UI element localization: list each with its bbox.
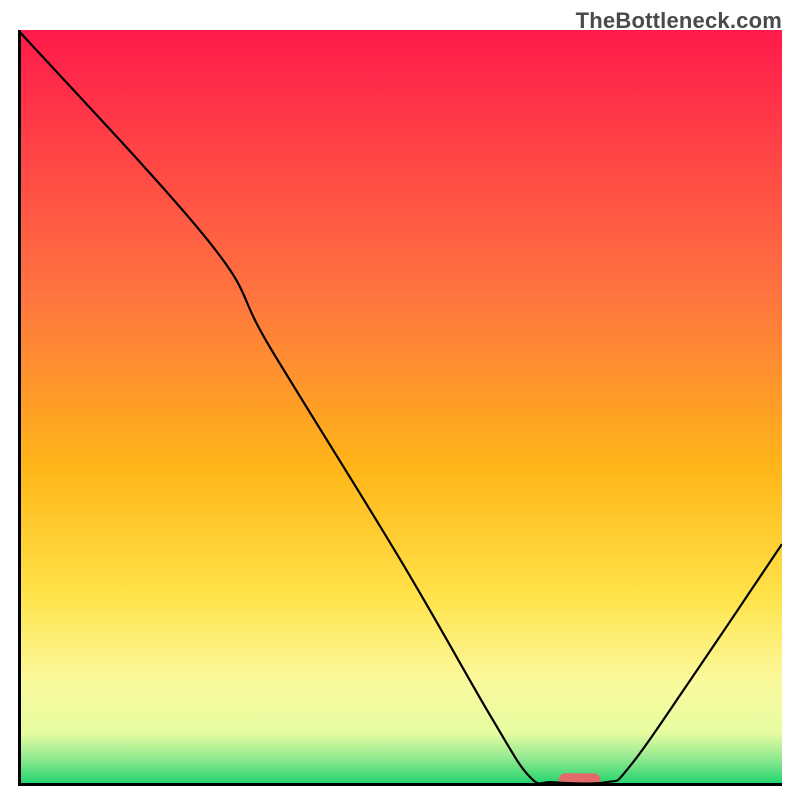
chart-svg: [18, 30, 782, 786]
gradient-background: [18, 30, 782, 786]
chart-container: TheBottleneck.com: [0, 0, 800, 800]
plot-area: [18, 30, 782, 786]
